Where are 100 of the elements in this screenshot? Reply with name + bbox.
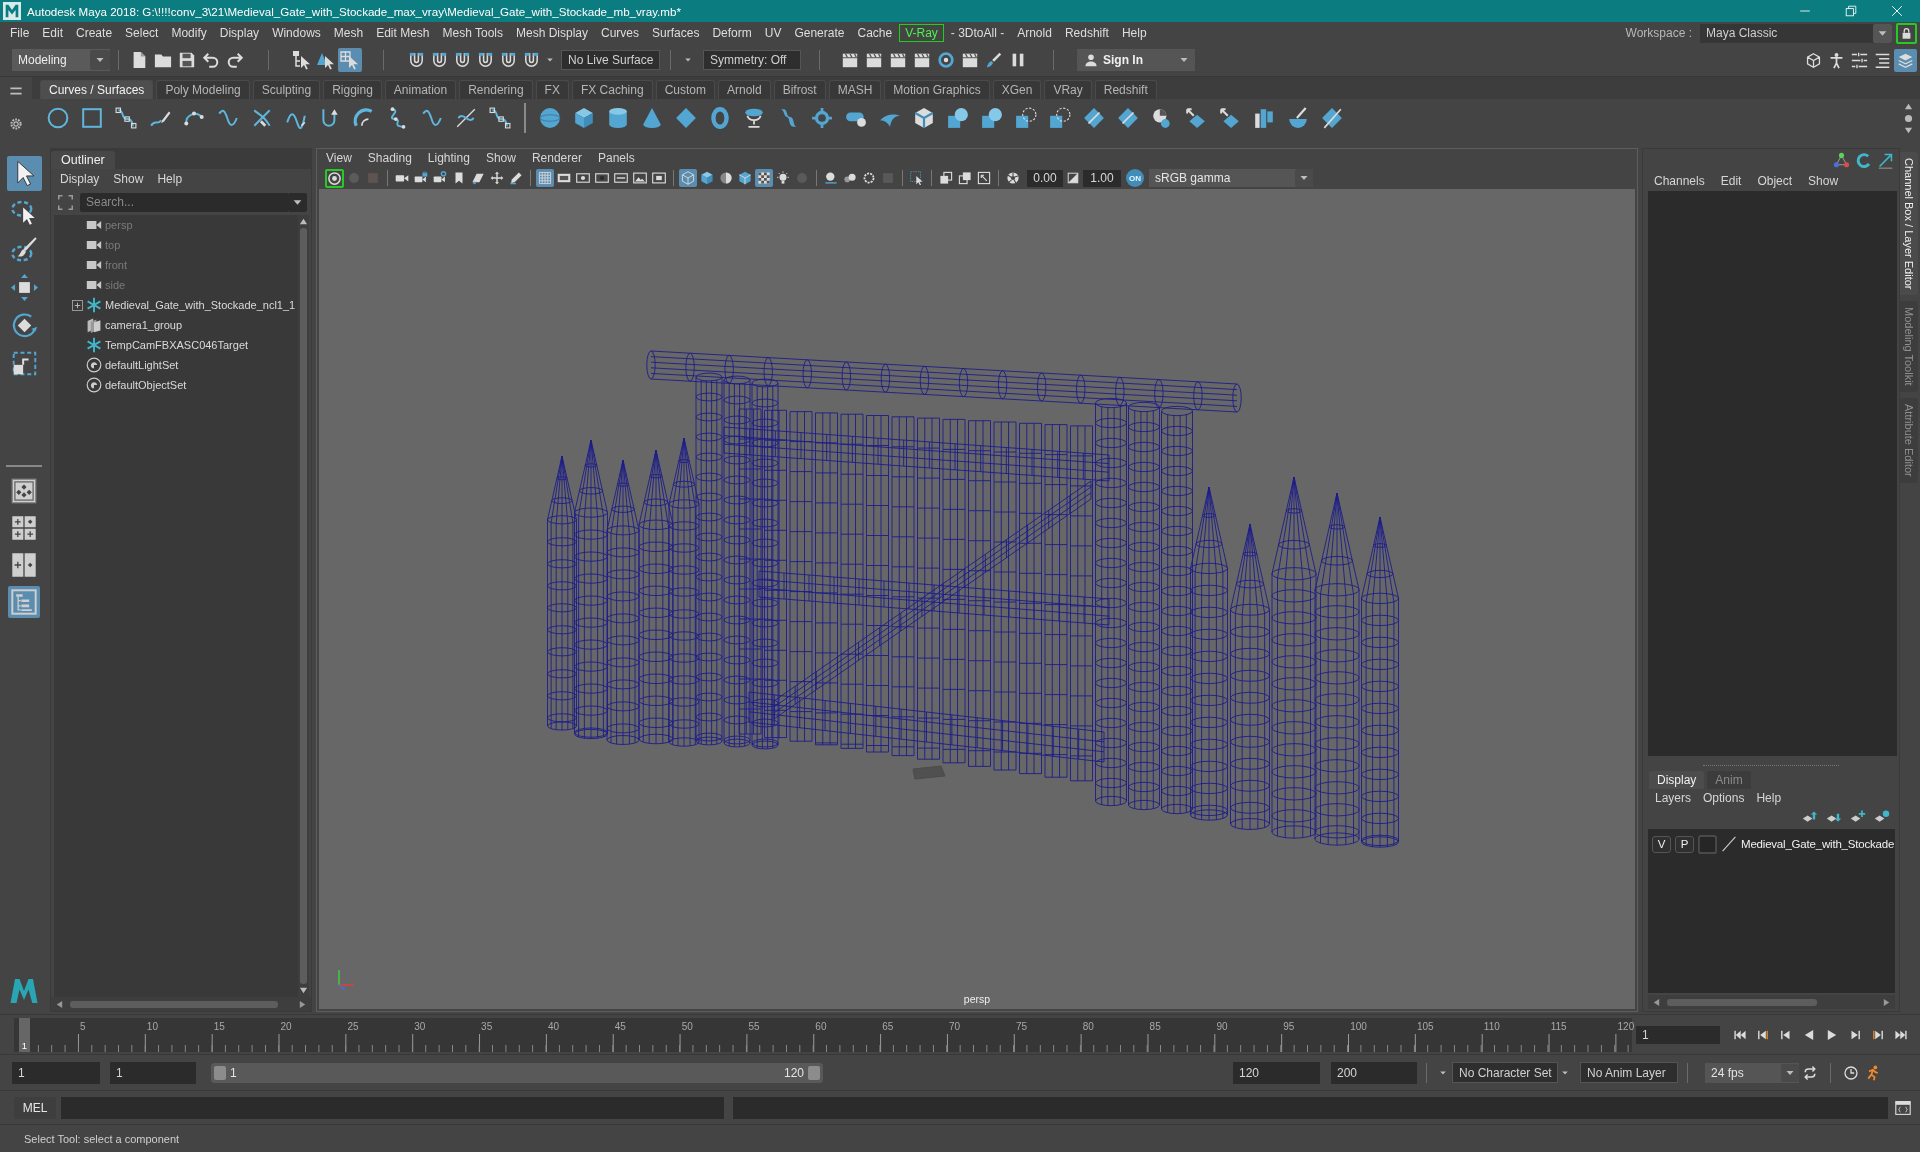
playback-end-field[interactable]: 120 [1233,1061,1320,1084]
end-frame-field[interactable]: 200 [1331,1061,1417,1084]
shelf-tab[interactable]: Curves / Surfaces [40,80,154,99]
curve-icon[interactable] [113,105,139,131]
menu-item[interactable]: Edit [36,24,70,42]
menu-item[interactable]: Edit Mesh [370,24,436,42]
shelf-tab[interactable]: MASH [828,80,882,99]
menu-item[interactable]: Select [119,24,165,42]
shelf-tab[interactable]: Rigging [323,80,382,99]
side-tab[interactable]: Channel Box / Layer Editor [1900,152,1918,296]
restore-icon[interactable] [1845,5,1857,17]
scroll-down-icon[interactable] [299,986,308,995]
menu-item[interactable]: Show [1800,174,1847,188]
overlap-square-icon[interactable] [937,169,955,187]
frame-icon[interactable] [650,169,668,187]
menu-item[interactable]: Modify [165,24,213,42]
anim-layer-field[interactable]: No Anim Layer [1580,1062,1678,1083]
shelf-tab[interactable]: VRay [1044,80,1092,99]
caret-icon[interactable] [288,192,307,212]
current-frame-marker[interactable]: 1 [19,1017,30,1052]
color-space-dropdown[interactable]: sRGB gamma [1149,169,1313,187]
menu-item[interactable]: Show [106,172,151,186]
overlap-icon[interactable] [945,105,971,131]
axes-icon[interactable] [1832,150,1851,170]
menu-item[interactable]: Show [477,151,524,165]
menu-item[interactable]: Object [1749,174,1801,188]
layer-tab[interactable]: Display [1649,771,1705,789]
horizontal-scrollbar[interactable] [1648,995,1895,1009]
menu-item[interactable]: Options [1697,791,1751,805]
move-icon[interactable] [488,169,506,187]
menu-item[interactable]: - 3DtoAll - [944,24,1011,42]
outliner-item[interactable]: defaultObjectSet [105,379,187,391]
menu-item[interactable]: Deform [706,24,758,42]
near-value-field[interactable]: 0.00 [1027,169,1063,187]
dot-icon[interactable] [1903,112,1914,124]
shelf-tab[interactable]: Rendering [459,80,533,99]
scroll-right-icon[interactable] [298,999,307,1009]
menu-item[interactable]: Panels [589,151,643,165]
menu-item[interactable]: Generate [788,24,851,42]
command-input-field[interactable] [61,1096,724,1119]
sign-in-dropdown[interactable]: Sign In [1077,49,1195,71]
start-frame-field[interactable]: 1 [12,1061,100,1084]
circle-icon[interactable] [45,105,71,131]
outliner-item[interactable]: camera1_group [105,319,183,331]
outliner-item[interactable]: defaultLightSet [105,359,179,371]
shelf-tab[interactable]: FX Caching [571,80,653,99]
time-slider[interactable]: 1 5 10 15 20 25 30 35 40 45 50 55 60 65 70 75 80 85 90 95 100 105 110 115 120 [14,1017,1632,1052]
visibility-toggle[interactable]: V [1652,835,1671,853]
menu-item[interactable]: Lighting [419,151,478,165]
scrollbar-thumb[interactable] [300,228,307,984]
live-surface-field[interactable]: No Live Surface [561,50,660,70]
menu-item[interactable]: Redshift [1058,24,1115,42]
square-icon[interactable] [79,105,105,131]
search-field[interactable]: Search... [80,192,288,212]
panel-tab[interactable]: Outliner [51,151,115,169]
shelf-tab[interactable]: Animation [384,80,457,99]
horizontal-scrollbar[interactable] [51,997,311,1011]
menu-item[interactable]: Surfaces [646,24,706,42]
curve-icon[interactable] [487,105,513,131]
menu-item[interactable]: Help [1115,24,1153,42]
shelf-tab[interactable]: Motion Graphics [884,80,990,99]
cube-icon[interactable] [698,169,716,187]
menu-item[interactable]: View [318,151,360,165]
shelf-tab[interactable]: Bifrost [773,80,826,99]
menu-item[interactable]: Display [213,24,266,42]
sphere-icon[interactable] [822,169,840,187]
outliner-item[interactable]: TempCamFBXASC046Target [105,339,249,351]
swatch-icon[interactable] [1698,834,1717,854]
character-set-field[interactable]: No Character Set [1452,1062,1558,1083]
script-language-button[interactable]: MEL [14,1096,56,1119]
menu-item[interactable]: UV [758,24,788,42]
current-frame-field[interactable]: 1 [1636,1025,1720,1044]
slider-handle[interactable] [808,1065,820,1080]
scroll-left-icon[interactable] [1652,997,1661,1007]
expand-icon[interactable] [71,299,83,311]
layers-icon[interactable] [1894,48,1917,72]
range-slider[interactable]: 1 120 [211,1062,823,1083]
menu-item[interactable]: Mesh Display [510,24,595,42]
shelf-tab[interactable]: XGen [992,80,1042,99]
shelf-tab[interactable]: Poly Modeling [156,80,250,99]
gamma-value-field[interactable]: 1.00 [1083,169,1121,187]
symmetry-dropdown[interactable]: Symmetry: Off [703,50,801,70]
menu-item[interactable]: Edit [1712,174,1750,188]
shelf-tab[interactable]: Custom [655,80,715,99]
checker-icon[interactable] [755,169,773,187]
light-bulb-icon[interactable] [774,169,792,187]
scroll-left-icon[interactable] [55,999,64,1009]
outliner-item[interactable]: Medieval_Gate_with_Stockade_ncl1_1 [105,299,296,311]
overlap-square-icon[interactable] [956,169,974,187]
shelf-tab[interactable]: Sculpting [252,80,321,99]
overlap-icon[interactable] [1047,105,1073,131]
menu-item[interactable]: V-Ray [899,24,944,42]
playback-toggle[interactable]: P [1675,835,1694,853]
caret-icon[interactable] [1873,23,1892,43]
shelf-tab[interactable]: Redshift [1094,80,1157,99]
caret-icon[interactable] [90,50,110,70]
menu-item[interactable]: Windows [266,24,327,42]
target-icon[interactable] [809,105,835,131]
menu-item[interactable]: Curves [595,24,646,42]
caret-icon[interactable] [1781,1063,1799,1082]
